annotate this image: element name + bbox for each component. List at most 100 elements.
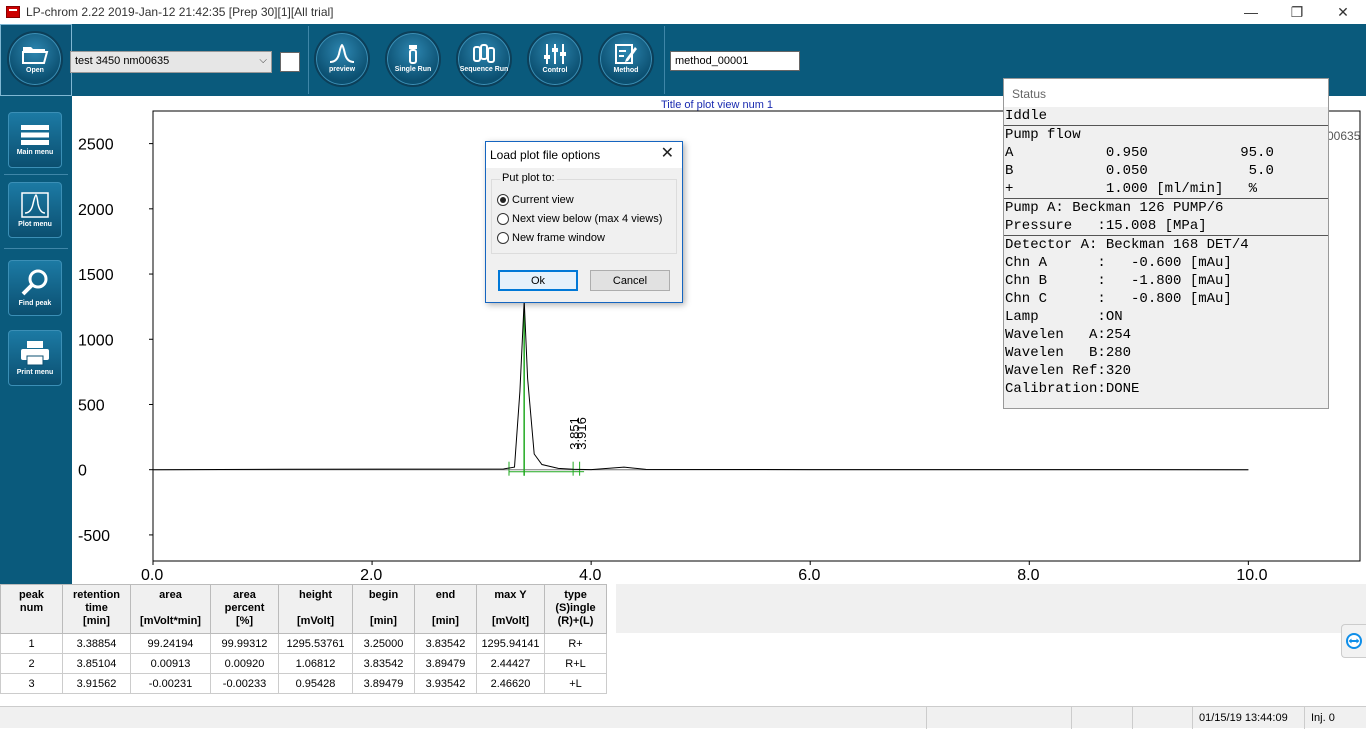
column-header-line: [mVolt] — [491, 615, 530, 627]
status-line: Lamp :ON — [1005, 309, 1123, 325]
teamviewer-tab[interactable] — [1341, 624, 1366, 658]
file-combo[interactable]: test 3450 nm00635 ⌵ — [70, 51, 272, 73]
sidebar-item-main-menu[interactable]: Main menu — [8, 112, 62, 168]
table-cell: 3.85104 — [62, 653, 131, 674]
table-cell: R+L — [544, 653, 607, 674]
column-header-line: area — [233, 589, 256, 601]
column-header-line: [min] — [83, 615, 110, 627]
column-header[interactable]: peak num — [0, 584, 63, 634]
column-header-line: [min] — [432, 615, 459, 627]
method-label: Method — [613, 67, 639, 74]
status-line: Pump flow — [1005, 127, 1081, 143]
ok-button[interactable]: Ok — [498, 270, 578, 291]
column-header[interactable]: max Y [mVolt] — [476, 584, 545, 634]
edit-document-icon — [615, 44, 637, 64]
folder-icon — [22, 47, 49, 64]
app-icon — [6, 6, 20, 18]
table-header-row: peak num retention time [min] area [mVolt*min]… — [0, 584, 607, 634]
control-label: Control — [542, 67, 568, 74]
column-header-line: num — [19, 602, 44, 614]
sidebar-item-print-menu[interactable]: Print menu — [8, 330, 62, 386]
column-header[interactable]: area [mVolt*min] — [130, 584, 211, 634]
peak-icon — [21, 192, 49, 218]
column-header[interactable]: height [mVolt] — [278, 584, 353, 634]
control-button[interactable]: Control — [527, 31, 583, 87]
x-tick-label: 8.0 — [1017, 567, 1039, 584]
cancel-button[interactable]: Cancel — [590, 270, 670, 291]
window-title: LP-chrom 2.22 2019-Jan-12 21:42:35 [Prep… — [26, 5, 334, 19]
column-header-line: (S)ingle — [555, 602, 596, 614]
dialog-close-button[interactable]: ✕ — [661, 146, 674, 162]
title-bar: LP-chrom 2.22 2019-Jan-12 21:42:35 [Prep… — [0, 0, 1366, 24]
printer-icon — [21, 341, 49, 366]
table-cell: 1.06812 — [278, 653, 353, 674]
column-header-line: [mVolt*min] — [140, 615, 201, 627]
status-bar-cell — [1071, 707, 1132, 729]
x-tick-label: 2.0 — [360, 567, 382, 584]
method-button[interactable]: Method — [598, 31, 654, 87]
column-header[interactable]: begin [min] — [352, 584, 415, 634]
single-run-button[interactable]: Single Run — [385, 31, 441, 87]
table-cell: +L — [544, 673, 607, 694]
status-line: Pump A: Beckman 126 PUMP/6 — [1005, 200, 1224, 216]
table-cell: 2.44427 — [476, 653, 545, 674]
minimize-button[interactable]: — — [1228, 0, 1274, 24]
column-header-line: (R)+(L) — [557, 615, 594, 627]
table-cell: 2.46620 — [476, 673, 545, 694]
sliders-icon — [544, 44, 566, 64]
radio-next-view-below[interactable]: Next view below (max 4 views) — [497, 213, 662, 225]
radio-button[interactable] — [497, 194, 509, 206]
sidebar-divider — [4, 174, 68, 175]
column-header[interactable]: type (S)ingle (R)+(L) — [544, 584, 607, 634]
radio-button[interactable] — [497, 213, 509, 225]
open-button[interactable]: Open — [7, 31, 63, 87]
radio-button[interactable] — [497, 232, 509, 244]
table-row[interactable]: 1 3.38854 99.24194 99.99312 1295.53761 3.2500… — [0, 633, 607, 654]
y-tick-label: 1000 — [78, 332, 114, 349]
table-cell: 3.91562 — [62, 673, 131, 694]
load-plot-options-dialog: Load plot file options ✕ Put plot to: Cu… — [485, 141, 683, 303]
sidebar-item-plot-menu[interactable]: Plot menu — [8, 182, 62, 238]
table-cell: 2 — [0, 653, 63, 674]
sidebar-divider — [4, 248, 68, 249]
column-header-line: height — [299, 589, 332, 601]
restore-button[interactable]: ❐ — [1274, 0, 1320, 24]
list-icon — [21, 125, 49, 145]
toolbar-checkbox[interactable] — [280, 52, 300, 72]
column-header[interactable]: area percent [%] — [210, 584, 279, 634]
status-line: B 0.050 5.0 — [1005, 163, 1274, 179]
status-bar: 01/15/19 13:44:09 Inj. 0 — [0, 706, 1366, 729]
table-row[interactable]: 3 3.91562 -0.00231 -0.00233 0.95428 3.89479 3.… — [0, 673, 607, 694]
y-tick-label: -500 — [78, 528, 110, 545]
table-cell: 1 — [0, 633, 63, 654]
y-tick-label: 2500 — [78, 137, 114, 154]
status-line: Calibration:DONE — [1005, 381, 1140, 397]
sequence-run-button[interactable]: Sequence Run — [456, 31, 512, 87]
sidebar-item-find-peak[interactable]: Find peak — [8, 260, 62, 316]
column-header-line: type — [564, 589, 587, 601]
column-header-line: retention — [72, 589, 121, 601]
column-header[interactable]: end [min] — [414, 584, 477, 634]
radio-new-frame-window[interactable]: New frame window — [497, 232, 605, 244]
y-tick-label: 2000 — [78, 202, 114, 219]
table-row[interactable]: 2 3.85104 0.00913 0.00920 1.06812 3.83542 3.89… — [0, 653, 607, 674]
y-tick-label: 0 — [78, 463, 87, 480]
sidebar-item-label: Main menu — [16, 149, 54, 156]
table-cell: 99.99312 — [210, 633, 279, 654]
status-bar-cell — [926, 707, 1071, 729]
open-button-frame: Open — [0, 24, 72, 96]
close-button[interactable]: ✕ — [1320, 0, 1366, 24]
table-cell: 0.00913 — [130, 653, 211, 674]
column-header-line: max Y — [494, 589, 527, 601]
plot-legend-label: 00635 — [1327, 129, 1361, 143]
status-panel-header: Status — [1004, 79, 1328, 107]
column-header-line — [3, 615, 60, 628]
radio-label: Next view below (max 4 views) — [512, 213, 663, 225]
column-header[interactable]: retention time [min] — [62, 584, 131, 634]
radio-current-view[interactable]: Current view — [497, 194, 574, 206]
x-tick-label: 6.0 — [798, 567, 820, 584]
status-line: Wavelen B:280 — [1005, 345, 1132, 361]
preview-button[interactable]: preview — [314, 31, 370, 87]
column-header-line: peak — [18, 589, 45, 601]
method-field[interactable] — [670, 51, 800, 71]
